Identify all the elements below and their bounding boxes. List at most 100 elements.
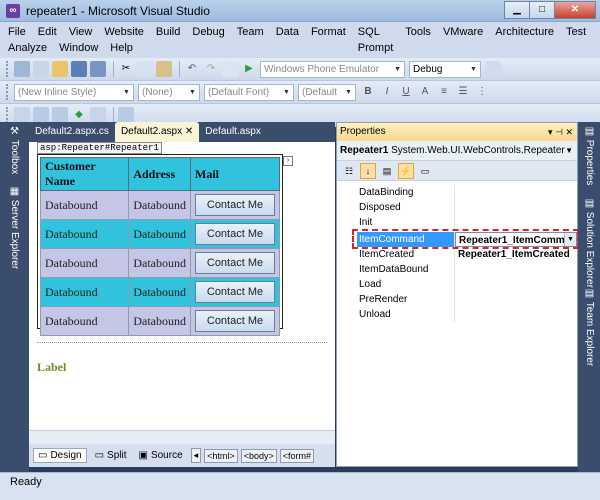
contact-me-button[interactable]: Contact Me (195, 223, 275, 245)
cut-icon[interactable]: ✂ (118, 61, 134, 77)
event-row-disposed[interactable]: Disposed (337, 200, 577, 215)
insert-table-icon[interactable] (14, 107, 30, 123)
menu-file[interactable]: File (8, 24, 26, 40)
scroll-left-icon[interactable]: ◂ (190, 448, 202, 463)
window-position-icon[interactable]: ▾ (548, 127, 553, 137)
undo-icon[interactable]: ↶ (184, 61, 200, 77)
menu-tools[interactable]: Tools (405, 24, 431, 40)
align-icon[interactable]: ≡ (436, 84, 452, 100)
menu-data[interactable]: Data (276, 24, 299, 40)
object-selector[interactable]: Repeater1 System.Web.UI.WebControls.Repe… (337, 141, 577, 161)
save-all-icon[interactable] (90, 61, 106, 77)
block-format-select[interactable]: (None) ▼ (138, 83, 200, 101)
event-row-unload[interactable]: Unload (337, 307, 577, 322)
insert-column-icon[interactable] (52, 107, 68, 123)
paste-icon[interactable] (156, 61, 172, 77)
menu-website[interactable]: Website (104, 24, 144, 40)
new-project-icon[interactable] (14, 61, 30, 77)
server-explorer-tab[interactable]: ▦ Server Explorer (6, 186, 22, 269)
menu-format[interactable]: Format (311, 24, 346, 40)
alphabetical-icon[interactable]: ↓ (360, 162, 376, 179)
menu-vmware[interactable]: VMware (443, 24, 483, 40)
breadcrumb-html[interactable]: <html> (204, 448, 238, 463)
tab-default2-aspx[interactable]: Default2.aspx ✕ (114, 122, 200, 142)
tab-default2-aspx-cs[interactable]: Default2.aspx.cs (29, 122, 115, 142)
event-row-databinding[interactable]: DataBinding (337, 185, 577, 200)
property-pages-icon[interactable]: ▭ (417, 163, 433, 179)
event-row-init[interactable]: Init (337, 215, 577, 230)
menu-build[interactable]: Build (156, 24, 180, 40)
design-surface[interactable]: asp:Repeater#Repeater1 Customer Name Add… (29, 142, 335, 430)
tab-default-aspx[interactable]: Default.aspx (199, 122, 267, 142)
split-cells-icon[interactable] (90, 107, 106, 123)
event-row-itemcreated[interactable]: ItemCreated Repeater1_ItemCreated (337, 247, 577, 262)
menu-analyze[interactable]: Analyze (8, 40, 47, 56)
numbering-icon[interactable]: ⋮ (474, 84, 490, 100)
properties-view-icon[interactable]: ▤ (379, 163, 395, 179)
chevron-down-icon: ▼ (470, 65, 477, 73)
close-icon[interactable]: ✕ (565, 127, 573, 137)
team-explorer-tab[interactable]: ▤ Team Explorer (581, 288, 597, 366)
menu-debug[interactable]: Debug (192, 24, 224, 40)
font-select[interactable]: (Default Font) ▼ (204, 83, 294, 101)
start-debugging-icon[interactable]: ▶ (241, 61, 257, 77)
event-row-prerender[interactable]: PreRender (337, 292, 577, 307)
style-select[interactable]: (New Inline Style) ▼ (14, 83, 134, 101)
menu-help[interactable]: Help (110, 40, 133, 56)
contact-me-button[interactable]: Contact Me (195, 310, 275, 332)
navigate-backward-icon[interactable] (222, 61, 238, 77)
toolbar-grip[interactable] (6, 84, 10, 100)
save-icon[interactable] (71, 61, 87, 77)
menu-window[interactable]: Window (59, 40, 98, 56)
close-tab-icon[interactable]: ✕ (185, 126, 193, 137)
properties-tab[interactable]: ▤ Properties (581, 126, 597, 185)
contact-me-button[interactable]: Contact Me (195, 252, 275, 274)
bold-icon[interactable]: B (360, 84, 376, 100)
font-color-icon[interactable]: A (417, 84, 433, 100)
event-row-itemdatabound[interactable]: ItemDataBound (337, 262, 577, 277)
toolbox-tab[interactable]: ⚒ Toolbox (6, 126, 22, 174)
label-control[interactable]: Label (37, 360, 66, 375)
maximize-button[interactable]: □ (529, 1, 555, 19)
pin-icon[interactable]: ⊣ (555, 127, 563, 137)
event-row-load[interactable]: Load (337, 277, 577, 292)
add-item-icon[interactable] (33, 61, 49, 77)
open-folder-icon[interactable] (52, 61, 68, 77)
toolbar-grip[interactable] (6, 107, 10, 123)
italic-icon[interactable]: I (379, 84, 395, 100)
font-size-select[interactable]: (Default ▼ (298, 83, 356, 101)
toolbar-grip[interactable] (6, 61, 10, 77)
breadcrumb-form[interactable]: <form# (279, 448, 314, 463)
standard-toolbar: ✂ ↶ ↷ ▶ Windows Phone Emulator ▼ Debug ▼ (0, 58, 600, 81)
bullets-icon[interactable]: ☰ (455, 84, 471, 100)
menu-test[interactable]: Test (566, 24, 586, 40)
smart-tag-arrow-icon[interactable]: › (283, 156, 293, 166)
menu-architecture[interactable]: Architecture (495, 24, 554, 40)
merge-cells-icon[interactable]: ◆ (71, 107, 87, 123)
breadcrumb-body[interactable]: <body> (240, 448, 277, 463)
underline-icon[interactable]: U (398, 84, 414, 100)
split-view-button[interactable]: ▭ Split (91, 449, 131, 462)
menu-edit[interactable]: Edit (38, 24, 57, 40)
redo-icon[interactable]: ↷ (203, 61, 219, 77)
design-view-button[interactable]: ▭ Design (33, 448, 87, 463)
copy-icon[interactable] (137, 61, 153, 77)
menu-sql-prompt[interactable]: SQL Prompt 5 (358, 24, 393, 70)
table-properties-icon[interactable] (118, 107, 134, 123)
emulator-select[interactable]: Windows Phone Emulator ▼ (260, 60, 405, 78)
horizontal-scrollbar[interactable] (29, 430, 335, 444)
minimize-button[interactable]: ▁ (504, 1, 530, 19)
configuration-select[interactable]: Debug ▼ (409, 60, 481, 78)
contact-me-button[interactable]: Contact Me (195, 194, 275, 216)
repeater-control[interactable]: Customer Name Address Mail Databound Dat… (37, 154, 283, 336)
contact-me-button[interactable]: Contact Me (195, 281, 275, 303)
menu-view[interactable]: View (69, 24, 93, 40)
solution-explorer-tab[interactable]: ▤ Solution Explorer (581, 198, 597, 288)
events-icon[interactable]: ⚡ (398, 162, 414, 179)
menu-team[interactable]: Team (237, 24, 264, 40)
categorized-icon[interactable]: ☷ (341, 163, 357, 179)
find-icon[interactable] (485, 61, 501, 77)
source-view-button[interactable]: ▣ Source (135, 449, 187, 462)
insert-row-icon[interactable] (33, 107, 49, 123)
close-button[interactable]: ✕ (554, 1, 596, 19)
